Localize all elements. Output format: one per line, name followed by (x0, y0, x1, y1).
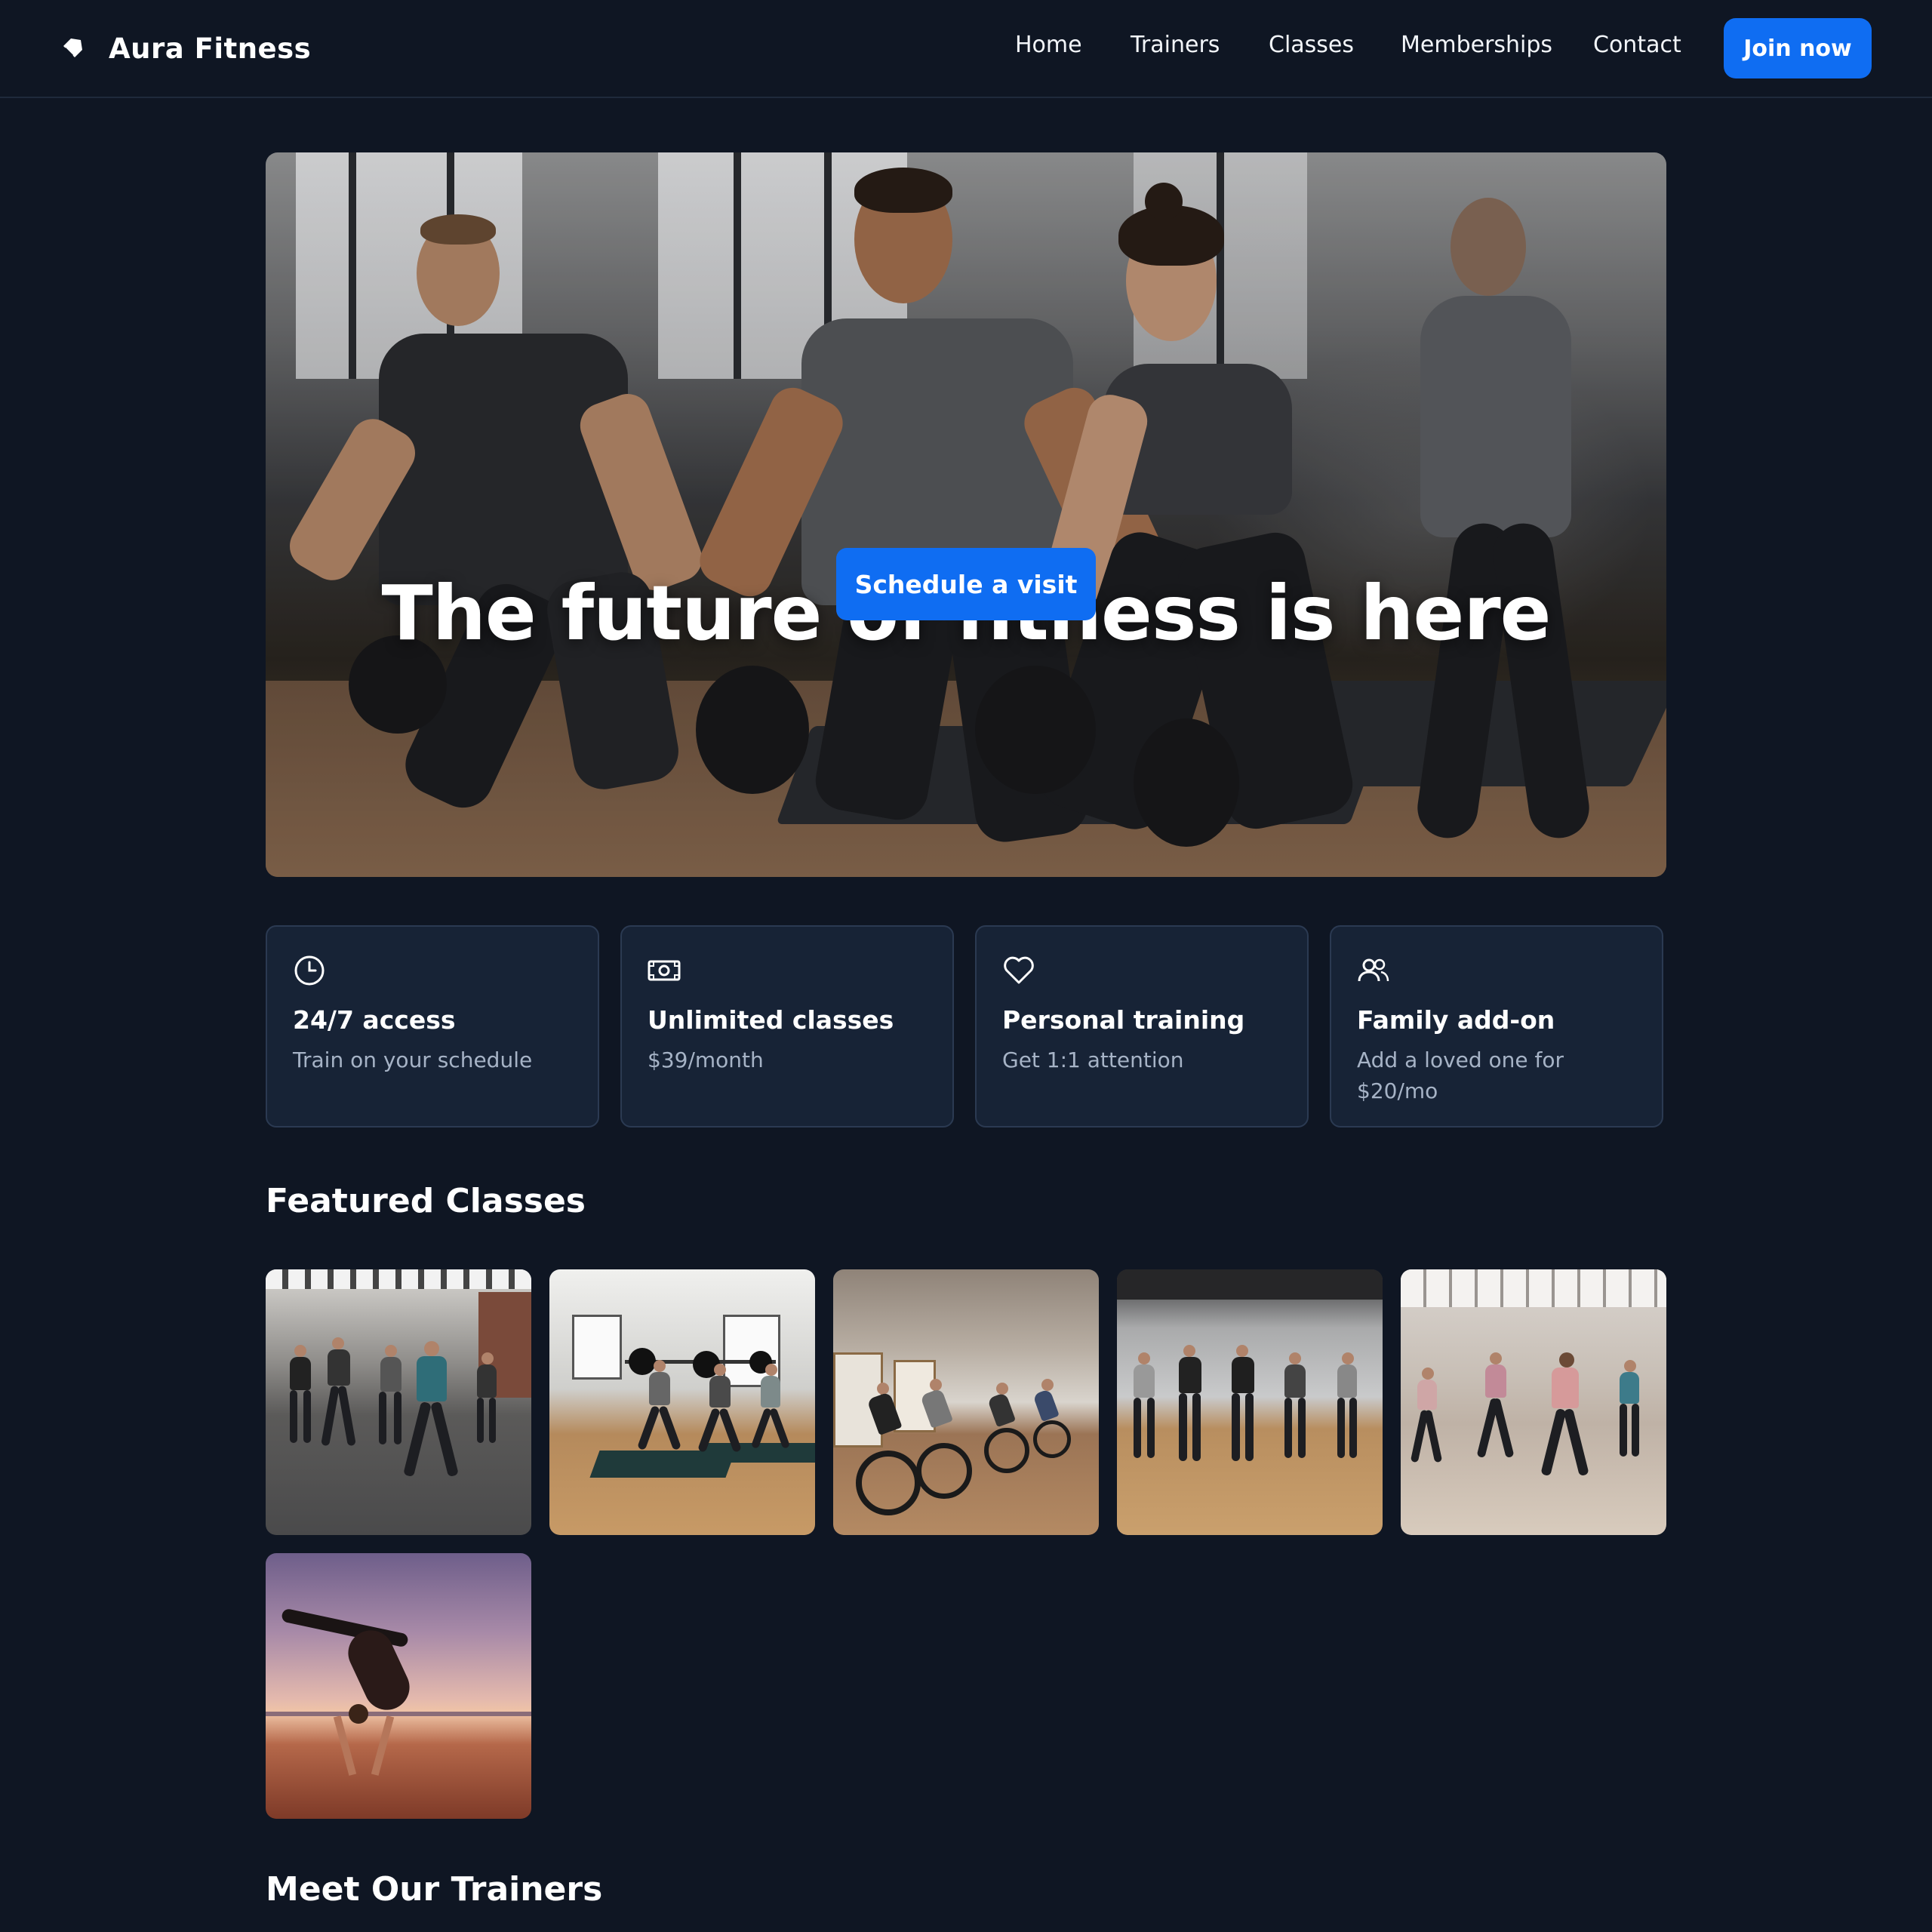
barbell-class-photo (549, 1269, 815, 1535)
trainers-heading: Meet Our Trainers (266, 1870, 603, 1909)
join-now-button[interactable]: Join now (1724, 18, 1872, 78)
group-exercise-photo (1117, 1269, 1383, 1535)
feature-title: Personal training (1002, 1005, 1245, 1035)
feature-description: Train on your schedule (293, 1048, 533, 1072)
schedule-visit-button[interactable]: Schedule a visit (836, 548, 1096, 620)
nav-memberships-link[interactable]: Memberships (1401, 32, 1552, 58)
class-card[interactable] (1117, 1269, 1383, 1535)
class-card[interactable] (549, 1269, 815, 1535)
cash-icon (648, 960, 681, 981)
group-workout-photo (266, 1269, 531, 1535)
feature-title: Unlimited classes (648, 1005, 894, 1035)
clock-icon (294, 955, 325, 986)
dance-class-photo (1401, 1269, 1666, 1535)
spin-class-photo (833, 1269, 1099, 1535)
hero-banner: The future of fitness is here Schedule a… (266, 152, 1666, 877)
heart-icon (1004, 956, 1034, 984)
class-card[interactable] (833, 1269, 1099, 1535)
brand[interactable]: Aura Fitness (60, 30, 311, 66)
users-icon (1358, 958, 1389, 982)
hero-gym-photo (266, 152, 1666, 877)
feature-description: Get 1:1 attention (1002, 1048, 1184, 1072)
class-card[interactable] (1401, 1269, 1666, 1535)
feature-card-training: Personal training Get 1:1 attention (975, 925, 1309, 1128)
featured-classes-heading: Featured Classes (266, 1182, 586, 1220)
top-navigation-bar: Aura Fitness Home Trainers Classes Membe… (0, 0, 1932, 98)
feature-description: $39/month (648, 1048, 764, 1072)
feature-title: Family add-on (1357, 1005, 1555, 1035)
brand-name: Aura Fitness (109, 32, 312, 65)
feature-card-access: 24/7 access Train on your schedule (266, 925, 599, 1128)
feature-description: Add a loved one for $20/mo (1357, 1048, 1564, 1103)
class-card[interactable] (266, 1269, 531, 1535)
nav-home-link[interactable]: Home (1015, 32, 1082, 58)
feature-title: 24/7 access (293, 1005, 456, 1035)
nav-classes-link[interactable]: Classes (1269, 32, 1354, 58)
class-card[interactable] (266, 1553, 531, 1819)
nav-contact-link[interactable]: Contact (1593, 32, 1681, 58)
tag-icon (63, 38, 82, 57)
feature-card-family: Family add-on Add a loved one for $20/mo (1330, 925, 1663, 1128)
nav-trainers-link[interactable]: Trainers (1131, 32, 1220, 58)
feature-card-classes: Unlimited classes $39/month (620, 925, 954, 1128)
yoga-beach-photo (266, 1553, 531, 1819)
